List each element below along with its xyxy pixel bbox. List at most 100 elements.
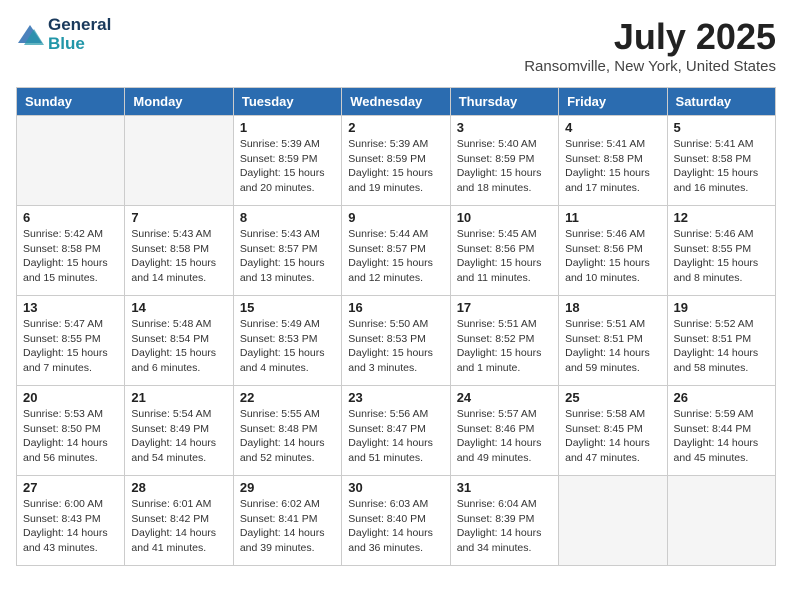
- logo-icon: [16, 21, 44, 49]
- calendar-cell: 7Sunrise: 5:43 AM Sunset: 8:58 PM Daylig…: [125, 206, 233, 296]
- day-info: Sunrise: 5:55 AM Sunset: 8:48 PM Dayligh…: [240, 407, 335, 466]
- day-number: 14: [131, 300, 226, 315]
- day-number: 9: [348, 210, 443, 225]
- day-info: Sunrise: 5:53 AM Sunset: 8:50 PM Dayligh…: [23, 407, 118, 466]
- day-info: Sunrise: 5:49 AM Sunset: 8:53 PM Dayligh…: [240, 317, 335, 376]
- week-row-1: 6 Sunrise: 5:42 AM Sunset: 8:58 PM Daylig…: [17, 206, 776, 296]
- day-number: 17: [457, 300, 552, 315]
- day-number: 26: [674, 390, 769, 405]
- calendar-cell: 2Sunrise: 5:39 AM Sunset: 8:59 PM Daylig…: [342, 116, 450, 206]
- calendar-cell: 8 Sunrise: 5:43 AM Sunset: 8:57 PM Daylig…: [233, 206, 341, 296]
- week-row-0: 1 Sunrise: 5:39 AM Sunset: 8:59 PM Daylig…: [17, 116, 776, 206]
- day-info: Sunrise: 6:01 AM Sunset: 8:42 PM Dayligh…: [131, 497, 226, 556]
- calendar-cell: 30 Sunrise: 6:03 AM Sunset: 8:40 PM Dayli…: [342, 476, 450, 566]
- weekday-header-monday: Monday: [125, 88, 233, 116]
- day-number: 24: [457, 390, 552, 405]
- day-info: Sunrise: 5:40 AM Sunset: 8:59 PM Dayligh…: [457, 137, 552, 196]
- calendar-cell: 20 Sunrise: 5:53 AM Sunset: 8:50 PM Dayli…: [17, 386, 125, 476]
- day-info: Sunrise: 5:43 AM Sunset: 8:57 PM Dayligh…: [240, 227, 335, 286]
- day-number: 2: [348, 120, 443, 135]
- calendar-cell: 13 Sunrise: 5:47 AM Sunset: 8:55 PM Dayli…: [17, 296, 125, 386]
- day-info: Sunrise: 5:52 AM Sunset: 8:51 PM Dayligh…: [674, 317, 769, 376]
- calendar-cell: 29Sunrise: 6:02 AM Sunset: 8:41 PM Dayli…: [233, 476, 341, 566]
- calendar-cell: 4 Sunrise: 5:41 AM Sunset: 8:58 PM Daylig…: [559, 116, 667, 206]
- weekday-header-tuesday: Tuesday: [233, 88, 341, 116]
- calendar-cell: 14 Sunrise: 5:48 AM Sunset: 8:54 PM Dayli…: [125, 296, 233, 386]
- day-info: Sunrise: 5:58 AM Sunset: 8:45 PM Dayligh…: [565, 407, 660, 466]
- week-row-3: 20 Sunrise: 5:53 AM Sunset: 8:50 PM Dayli…: [17, 386, 776, 476]
- calendar-cell: 25 Sunrise: 5:58 AM Sunset: 8:45 PM Dayli…: [559, 386, 667, 476]
- day-info: Sunrise: 5:57 AM Sunset: 8:46 PM Dayligh…: [457, 407, 552, 466]
- day-info: Sunrise: 5:46 AM Sunset: 8:55 PM Dayligh…: [674, 227, 769, 286]
- calendar-cell: 31 Sunrise: 6:04 AM Sunset: 8:39 PM Dayli…: [450, 476, 558, 566]
- calendar-cell: 21Sunrise: 5:54 AM Sunset: 8:49 PM Dayli…: [125, 386, 233, 476]
- day-number: 28: [131, 480, 226, 495]
- calendar-cell: 10Sunrise: 5:45 AM Sunset: 8:56 PM Dayli…: [450, 206, 558, 296]
- weekday-header-thursday: Thursday: [450, 88, 558, 116]
- day-number: 4: [565, 120, 660, 135]
- day-info: Sunrise: 6:03 AM Sunset: 8:40 PM Dayligh…: [348, 497, 443, 556]
- day-number: 1: [240, 120, 335, 135]
- day-info: Sunrise: 5:41 AM Sunset: 8:58 PM Dayligh…: [565, 137, 660, 196]
- calendar-cell: 9 Sunrise: 5:44 AM Sunset: 8:57 PM Daylig…: [342, 206, 450, 296]
- calendar-cell: 5 Sunrise: 5:41 AM Sunset: 8:58 PM Daylig…: [667, 116, 775, 206]
- location: Ransomville, New York, United States: [524, 58, 776, 75]
- day-info: Sunrise: 5:59 AM Sunset: 8:44 PM Dayligh…: [674, 407, 769, 466]
- day-info: Sunrise: 5:41 AM Sunset: 8:58 PM Dayligh…: [674, 137, 769, 196]
- day-number: 23: [348, 390, 443, 405]
- calendar-cell: 11 Sunrise: 5:46 AM Sunset: 8:56 PM Dayli…: [559, 206, 667, 296]
- day-info: Sunrise: 5:47 AM Sunset: 8:55 PM Dayligh…: [23, 317, 118, 376]
- weekday-header-friday: Friday: [559, 88, 667, 116]
- day-info: Sunrise: 6:00 AM Sunset: 8:43 PM Dayligh…: [23, 497, 118, 556]
- day-number: 20: [23, 390, 118, 405]
- weekday-header-wednesday: Wednesday: [342, 88, 450, 116]
- day-number: 16: [348, 300, 443, 315]
- weekday-header-saturday: Saturday: [667, 88, 775, 116]
- day-number: 5: [674, 120, 769, 135]
- day-number: 13: [23, 300, 118, 315]
- day-number: 27: [23, 480, 118, 495]
- day-info: Sunrise: 6:02 AM Sunset: 8:41 PM Dayligh…: [240, 497, 335, 556]
- day-info: Sunrise: 5:39 AM Sunset: 8:59 PM Dayligh…: [240, 137, 335, 196]
- day-info: Sunrise: 5:56 AM Sunset: 8:47 PM Dayligh…: [348, 407, 443, 466]
- calendar-cell: 17Sunrise: 5:51 AM Sunset: 8:52 PM Dayli…: [450, 296, 558, 386]
- page-header: General Blue July 2025 Ransomville, New …: [16, 16, 776, 75]
- day-number: 6: [23, 210, 118, 225]
- calendar-cell: 23 Sunrise: 5:56 AM Sunset: 8:47 PM Dayli…: [342, 386, 450, 476]
- day-info: Sunrise: 5:51 AM Sunset: 8:51 PM Dayligh…: [565, 317, 660, 376]
- calendar-cell: 6 Sunrise: 5:42 AM Sunset: 8:58 PM Daylig…: [17, 206, 125, 296]
- day-info: Sunrise: 5:44 AM Sunset: 8:57 PM Dayligh…: [348, 227, 443, 286]
- day-info: Sunrise: 5:46 AM Sunset: 8:56 PM Dayligh…: [565, 227, 660, 286]
- week-row-2: 13 Sunrise: 5:47 AM Sunset: 8:55 PM Dayli…: [17, 296, 776, 386]
- day-number: 3: [457, 120, 552, 135]
- day-info: Sunrise: 5:48 AM Sunset: 8:54 PM Dayligh…: [131, 317, 226, 376]
- weekday-header-row: SundayMondayTuesdayWednesdayThursdayFrid…: [17, 88, 776, 116]
- calendar-cell: 22 Sunrise: 5:55 AM Sunset: 8:48 PM Dayli…: [233, 386, 341, 476]
- day-number: 10: [457, 210, 552, 225]
- logo-text: General Blue: [48, 16, 111, 53]
- calendar-cell: [125, 116, 233, 206]
- day-number: 7: [131, 210, 226, 225]
- day-info: Sunrise: 5:42 AM Sunset: 8:58 PM Dayligh…: [23, 227, 118, 286]
- calendar-cell: 26 Sunrise: 5:59 AM Sunset: 8:44 PM Dayli…: [667, 386, 775, 476]
- day-number: 21: [131, 390, 226, 405]
- calendar-table: SundayMondayTuesdayWednesdayThursdayFrid…: [16, 87, 776, 566]
- title-block: July 2025 Ransomville, New York, United …: [524, 16, 776, 75]
- logo: General Blue: [16, 16, 111, 53]
- calendar-cell: 1 Sunrise: 5:39 AM Sunset: 8:59 PM Daylig…: [233, 116, 341, 206]
- calendar-cell: 3 Sunrise: 5:40 AM Sunset: 8:59 PM Daylig…: [450, 116, 558, 206]
- calendar-cell: 16Sunrise: 5:50 AM Sunset: 8:53 PM Dayli…: [342, 296, 450, 386]
- calendar-cell: 24 Sunrise: 5:57 AM Sunset: 8:46 PM Dayli…: [450, 386, 558, 476]
- day-number: 25: [565, 390, 660, 405]
- day-number: 15: [240, 300, 335, 315]
- day-number: 8: [240, 210, 335, 225]
- calendar-cell: [559, 476, 667, 566]
- calendar-cell: 15 Sunrise: 5:49 AM Sunset: 8:53 PM Dayli…: [233, 296, 341, 386]
- day-number: 12: [674, 210, 769, 225]
- day-info: Sunrise: 6:04 AM Sunset: 8:39 PM Dayligh…: [457, 497, 552, 556]
- day-number: 31: [457, 480, 552, 495]
- day-number: 30: [348, 480, 443, 495]
- calendar-cell: 18Sunrise: 5:51 AM Sunset: 8:51 PM Dayli…: [559, 296, 667, 386]
- day-number: 11: [565, 210, 660, 225]
- day-number: 22: [240, 390, 335, 405]
